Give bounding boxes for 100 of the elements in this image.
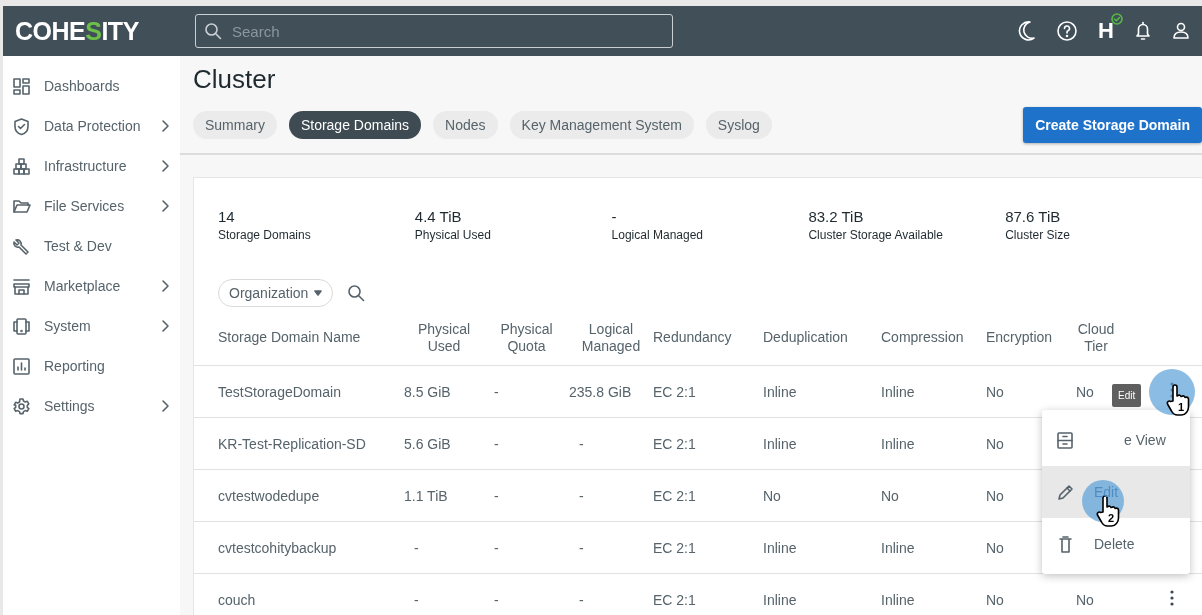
stat-label: Storage Domains [218,228,312,242]
table-cell: No [986,591,1004,608]
column-header[interactable]: Storage Domain Name [218,329,404,346]
tab[interactable]: Storage Domains [288,111,422,139]
table-cell: Inline [881,435,915,452]
column-header[interactable]: Deduplication [763,329,881,346]
table-cell: EC 2:1 [653,539,696,556]
create-button[interactable]: Create Storage Domain [1023,107,1202,143]
table-cell: No [763,487,781,504]
stat-value: 87.6 TiB [1005,208,1062,225]
moon-icon[interactable] [1016,20,1037,42]
search-icon [204,22,222,40]
user-icon[interactable] [1172,20,1190,42]
stat-label: Cluster Storage Available [808,228,944,242]
tab[interactable]: Key Management System [509,111,694,139]
table-cell-text: - [493,539,499,556]
chevron-right-icon [160,279,170,293]
table-cell: Inline [763,383,797,400]
table-cell: couch [218,591,256,608]
boxes-icon [12,156,31,176]
sidebar-item[interactable]: Dashboards [3,66,180,106]
table-cell-text: - [578,487,584,504]
sidebar-item[interactable]: File Services [3,186,180,226]
table-cell: KR-Test-Replication-SD [218,435,366,452]
help-icon[interactable] [1056,20,1079,42]
chevron-right-icon [160,399,170,413]
table-cell: No [881,487,899,504]
table-cell-text: - [413,539,419,556]
sidebar-item[interactable]: Data Protection [3,106,180,146]
table-cell: No [986,539,1004,556]
table-cell: cvtestcohitybackup [218,539,337,556]
column-header[interactable]: Redundancy [653,329,763,346]
table-cell: 235.8 GiB [569,383,632,400]
table-cell: No [986,383,1004,400]
table-cell: EC 2:1 [653,591,696,608]
dashboard-icon [12,76,31,96]
stat-label: Logical Managed [611,228,704,242]
logo: COHESITY [14,16,140,46]
column-header[interactable]: Physical Quota [484,320,569,355]
table-cell: EC 2:1 [653,435,696,452]
column-header[interactable]: Cloud Tier [1076,320,1116,355]
table-cell-text: - [578,539,584,556]
sidebar-item[interactable]: Settings [3,386,180,426]
tooltip: Edit [1112,384,1142,407]
table-cell-text: - [413,591,419,608]
search-icon[interactable] [347,284,366,302]
column-header[interactable]: Logical Managed [569,320,653,355]
table-cell: Inline [881,383,915,400]
step-number: 1 [1178,400,1185,413]
chevron-right-icon [160,119,170,133]
table-cell: EC 2:1 [653,487,696,504]
table-cell: No [1076,383,1094,400]
store-icon [12,276,31,296]
bell-icon[interactable] [1134,20,1152,42]
chevron-right-icon [160,199,170,213]
tab[interactable]: Summary [193,111,277,139]
sidebar-item[interactable]: System [3,306,180,346]
tab[interactable]: Nodes [433,111,498,139]
table-cell: Inline [763,539,797,556]
pencil-icon [1056,482,1074,502]
device-icon [12,316,31,336]
table-cell: Inline [763,435,797,452]
sidebar-item[interactable]: Test & Dev [3,226,180,266]
sidebar-item[interactable]: Infrastructure [3,146,180,186]
chevron-right-icon [160,319,170,333]
stat-value: 4.4 TiB [414,208,463,225]
trash-icon [1056,534,1074,554]
table-cell: Inline [763,591,797,608]
organization-dropdown[interactable]: Organization [218,279,334,307]
table-cell-text: - [493,487,499,504]
table-cell: 1.1 TiB [404,487,448,504]
sidebar-item[interactable]: Marketplace [3,266,180,306]
table-cell: 8.5 GiB [404,383,451,400]
column-header[interactable]: Compression [881,329,986,346]
table-cell-text: - [578,435,584,452]
table-cell: TestStorageDomain [218,383,341,400]
stat-value: 14 [218,208,236,225]
more-vertical-icon[interactable] [1170,588,1174,607]
tab[interactable]: Syslog [705,111,772,139]
search-field[interactable]: Search [195,14,673,48]
column-header[interactable]: Encryption [986,329,1076,346]
table-cell-text: - [493,383,499,400]
shield-icon [12,116,31,136]
table-cell: cvtestwodedupe [218,487,320,504]
table-cell: No [1076,591,1094,608]
stat-value: - [611,208,618,225]
table-cell: 5.6 GiB [404,435,451,452]
page-title: Cluster [193,64,277,95]
chart-icon [12,356,31,376]
settings-icon [12,396,31,416]
stat-value: 83.2 TiB [808,208,865,225]
table-cell: EC 2:1 [653,383,696,400]
table-cell: Inline [881,539,915,556]
caret-down-icon [314,290,323,296]
sidebar-item[interactable]: Reporting [3,346,180,386]
table-cell: Inline [881,591,915,608]
column-header[interactable]: Physical Used [404,320,484,355]
table-cell-text: - [578,591,584,608]
table-cell: No [986,487,1004,504]
status-badge[interactable]: H [1098,20,1114,42]
